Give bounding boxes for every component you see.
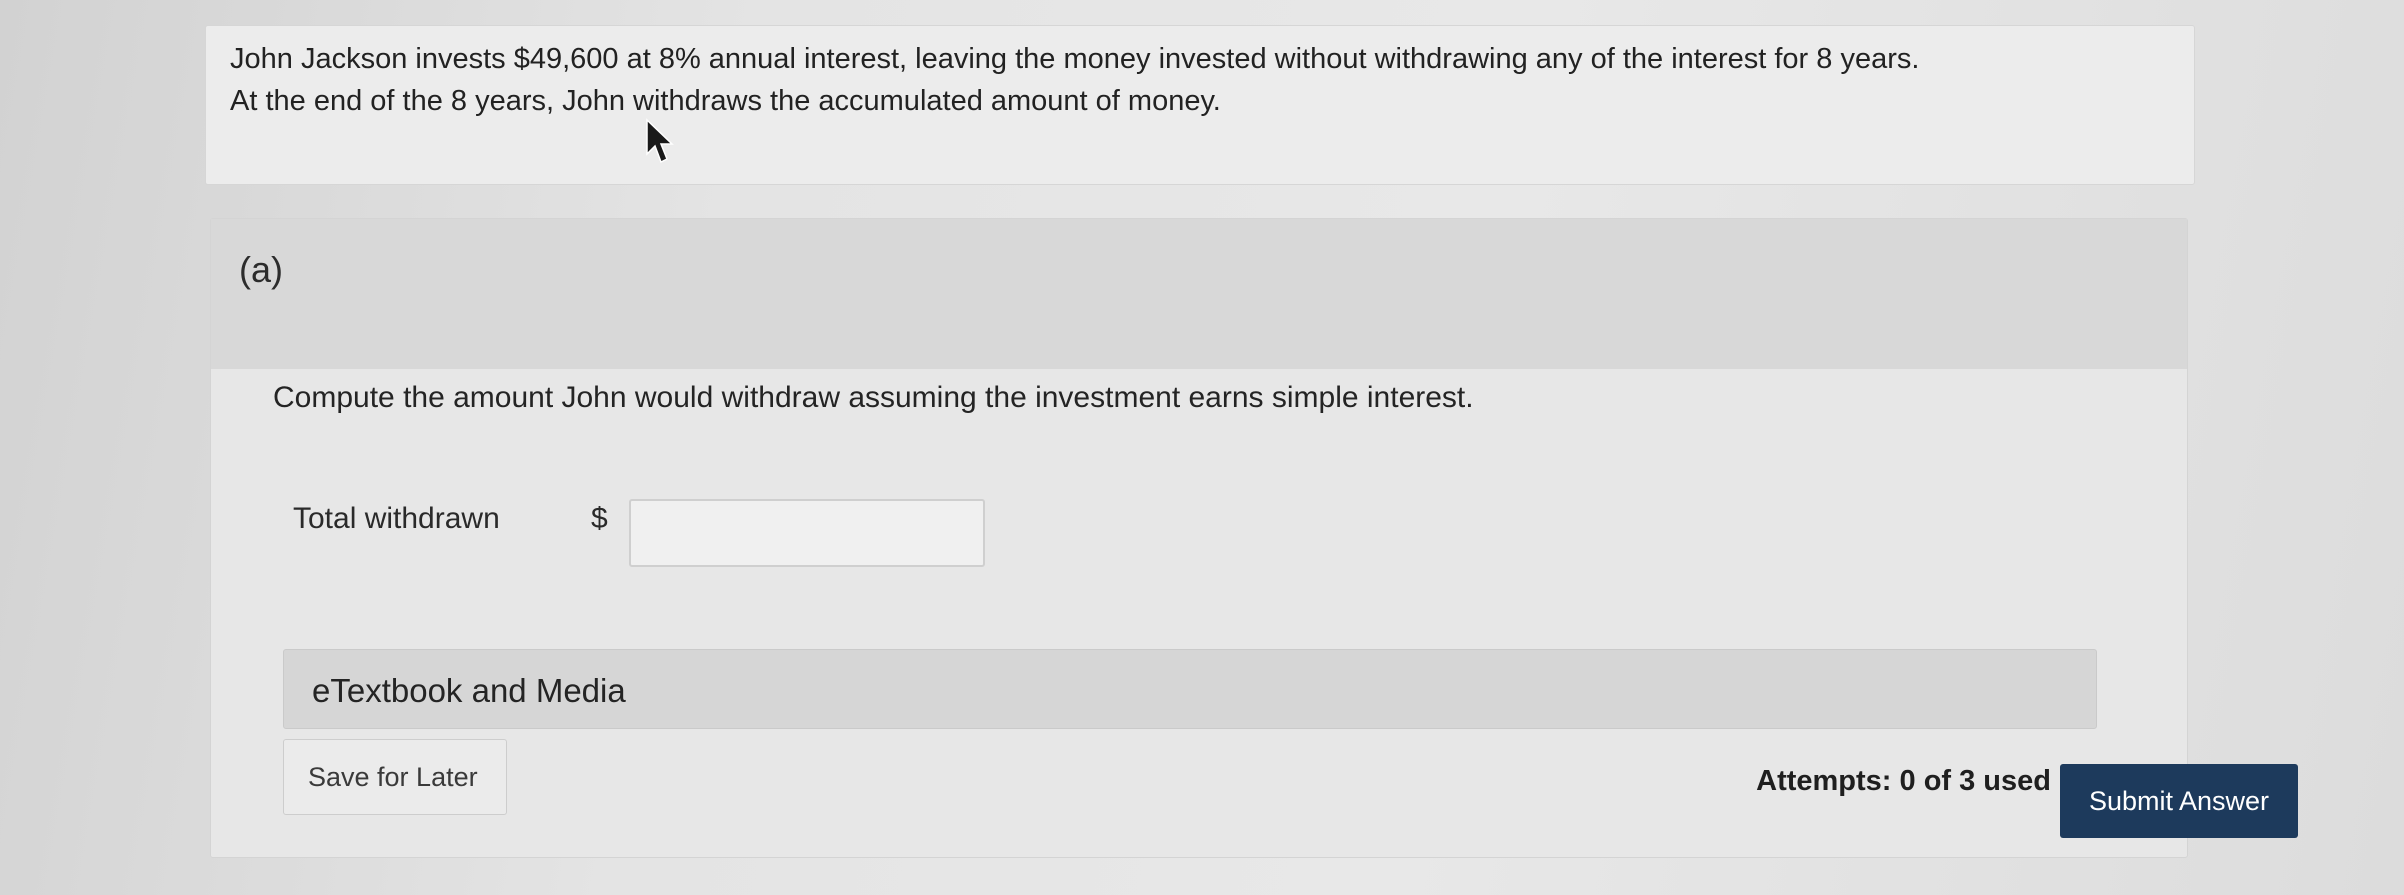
part-a-header: (a) — [211, 219, 2187, 369]
problem-statement: John Jackson invests $49,600 at 8% annua… — [230, 38, 2130, 122]
part-label: (a) — [239, 249, 283, 290]
etextbook-media-panel[interactable]: eTextbook and Media — [283, 649, 2097, 729]
total-withdrawn-label: Total withdrawn — [293, 502, 500, 535]
submit-answer-button[interactable]: Submit Answer — [2060, 764, 2298, 838]
problem-line-1: John Jackson invests $49,600 at 8% annua… — [230, 43, 1920, 75]
currency-symbol: $ — [591, 502, 608, 535]
page: John Jackson invests $49,600 at 8% annua… — [0, 0, 2404, 895]
total-withdrawn-input[interactable] — [629, 499, 985, 567]
save-for-later-button[interactable]: Save for Later — [283, 739, 507, 815]
etextbook-media-label: eTextbook and Media — [312, 672, 626, 709]
problem-line-2: At the end of the 8 years, John withdraw… — [230, 85, 1221, 117]
part-a-card: (a) Compute the amount John would withdr… — [210, 218, 2298, 858]
mouse-pointer-icon — [646, 118, 674, 164]
attempts-counter: Attempts: 0 of 3 used — [1756, 765, 2051, 797]
question-text: Compute the amount John would withdraw a… — [273, 381, 1474, 414]
